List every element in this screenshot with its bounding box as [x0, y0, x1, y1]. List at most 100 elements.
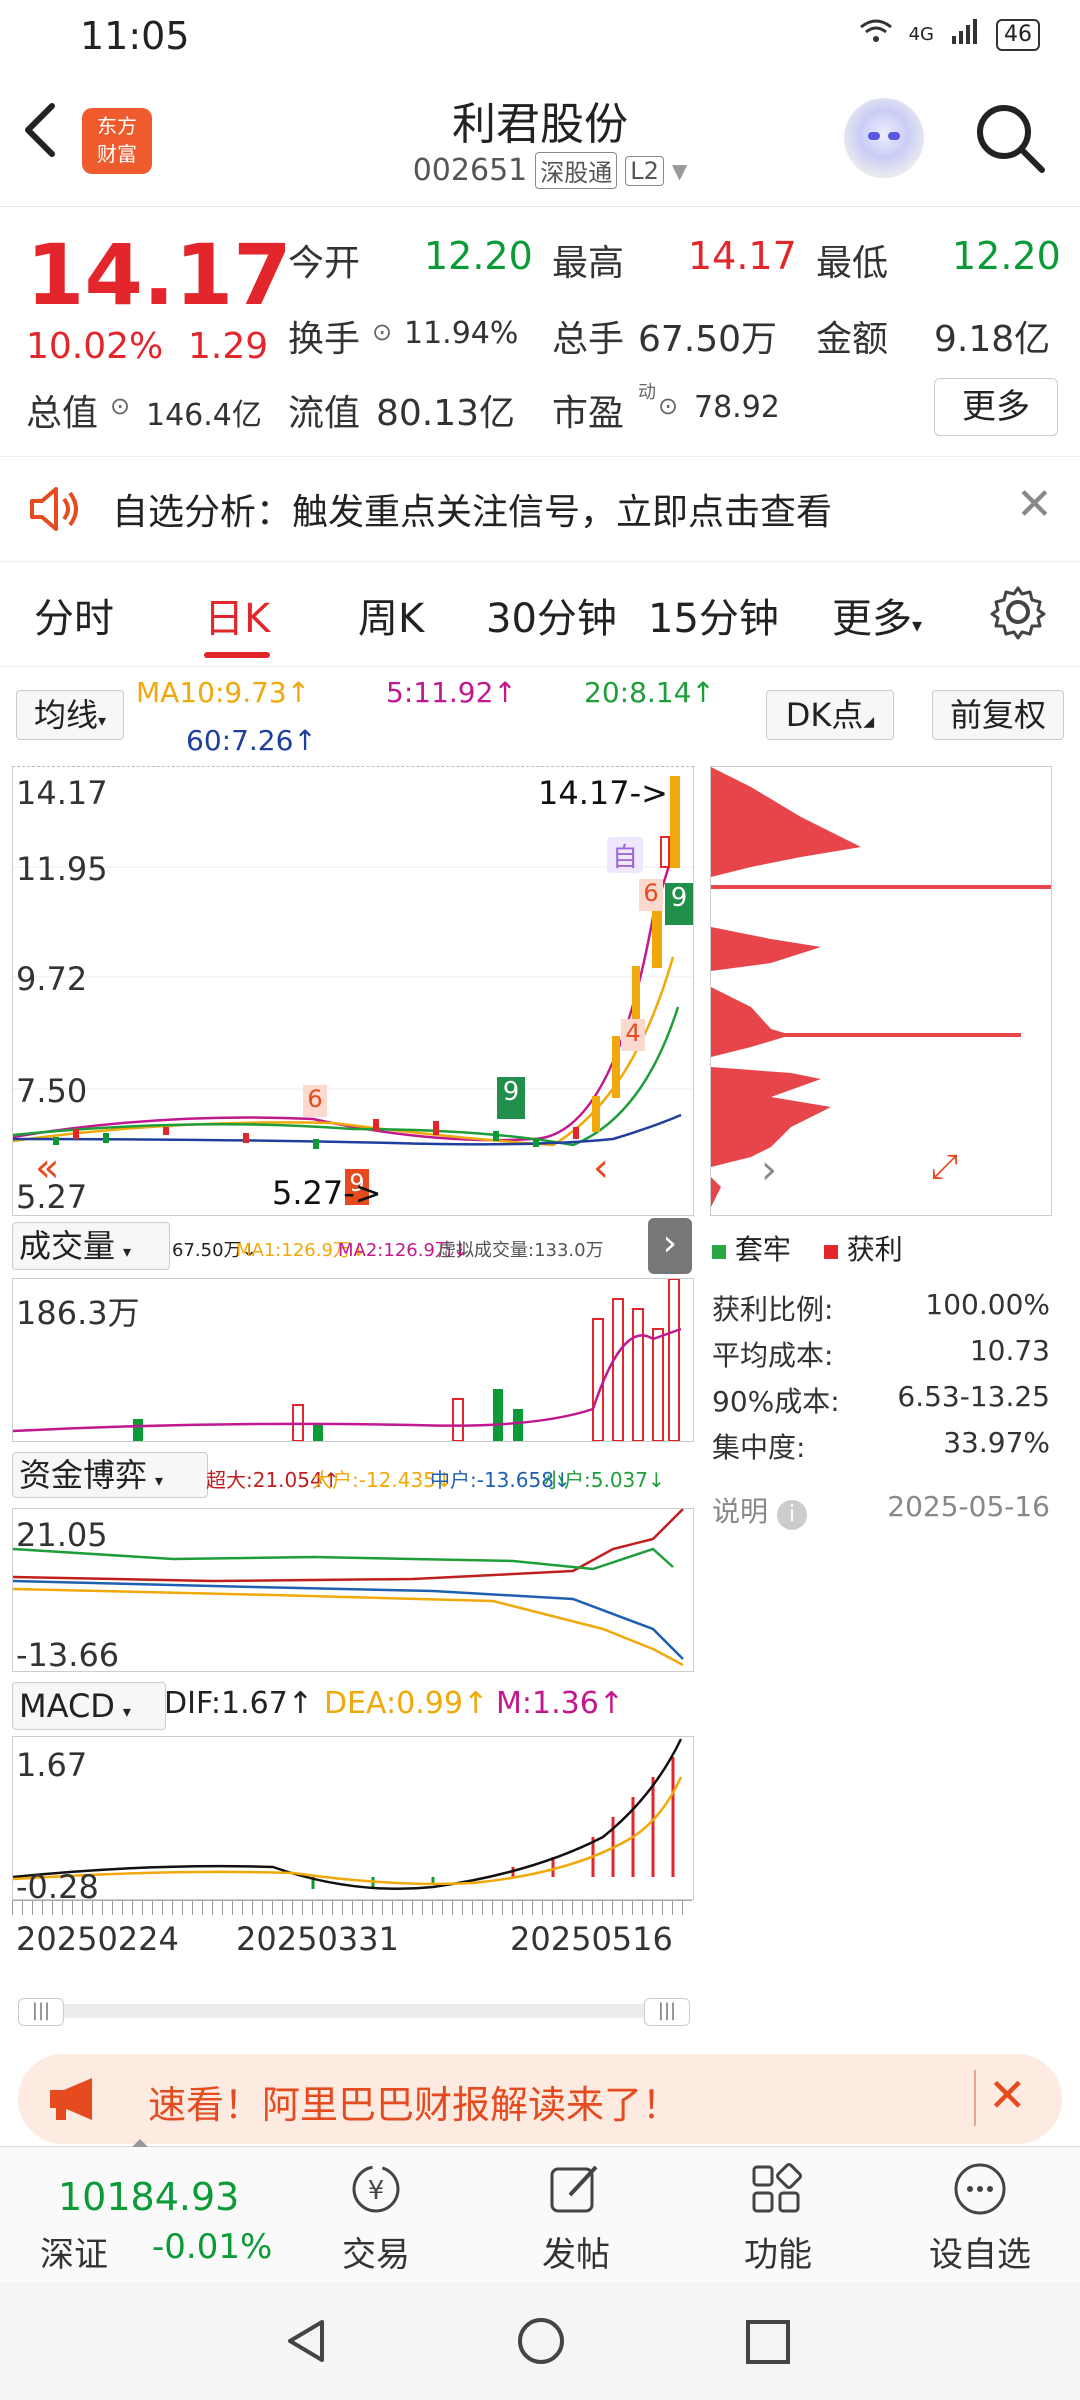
chip-row-label: 集中度: — [712, 1431, 806, 1464]
ma60-label: 60:7.26↑ — [186, 724, 317, 757]
range-slider[interactable] — [18, 2004, 688, 2018]
speaker-icon — [26, 485, 82, 537]
macd-m: M:1.36↑ — [496, 1686, 624, 1721]
ma-select-label: 均线 — [33, 696, 98, 734]
wifi-icon — [859, 18, 893, 51]
kline-y-label: 11.95 — [16, 850, 108, 888]
tab-more[interactable]: 更多▾ — [832, 586, 922, 644]
svg-text:¥: ¥ — [368, 2176, 385, 2206]
slider-handle-left[interactable]: ||| — [18, 1998, 64, 2026]
nav-function-label: 功能 — [744, 2235, 812, 2275]
macd-chart[interactable] — [12, 1736, 694, 1900]
chip-row-label: 90%成本: — [712, 1385, 840, 1418]
chevron-right-icon[interactable]: › — [648, 1218, 692, 1274]
tab-30min[interactable]: 30分钟 — [486, 586, 617, 644]
low-label: 最低 — [816, 243, 889, 284]
close-icon[interactable]: ✕ — [1016, 479, 1053, 530]
active-tab-indicator — [204, 652, 270, 658]
eastmoney-logo[interactable]: 东方 财富 — [82, 108, 152, 174]
expand-icon[interactable]: ⤢ — [931, 1147, 958, 1187]
status-bar: 11:05 4G 46 — [0, 0, 1080, 72]
info-icon[interactable]: ⊙ — [110, 392, 130, 420]
chip-row-value: 100.00% — [925, 1288, 1050, 1321]
pe-sup: 动 — [638, 382, 656, 403]
tab-15min[interactable]: 15分钟 — [648, 586, 779, 644]
search-icon[interactable] — [970, 98, 1050, 178]
back-icon[interactable] — [20, 100, 70, 170]
megaphone-icon — [46, 2074, 106, 2128]
tab-intraday[interactable]: 分时 — [34, 586, 114, 644]
nav-trade-label: 交易 — [342, 2235, 410, 2275]
assistant-robot-icon[interactable] — [844, 98, 924, 178]
signal-icon — [950, 18, 980, 51]
capital-y-bottom: -13.66 — [16, 1636, 120, 1674]
chip-row-value: 10.73 — [969, 1334, 1050, 1367]
promo-banner[interactable]: 速看！阿里巴巴财报解读来了！ ✕ — [18, 2054, 1062, 2144]
chip-date: 2025-05-16 — [887, 1490, 1050, 1523]
turnover-value: 11.94% — [404, 316, 519, 351]
chip-note[interactable]: 说明 i — [712, 1490, 807, 1530]
network-type: 4G — [908, 24, 934, 45]
trade-icon: ¥ — [346, 2161, 406, 2221]
alert-banner[interactable]: 自选分析：触发重点关注信号，立即点击查看 ✕ — [0, 456, 1080, 562]
mktcap-value: 146.4亿 — [146, 398, 262, 433]
adjust-select[interactable]: 前复权 — [932, 690, 1064, 740]
chevron-right-icon[interactable]: › — [761, 1147, 777, 1193]
logo-line1: 东方 — [97, 114, 137, 138]
signal-marker: 6 — [639, 879, 663, 911]
date-label: 20250224 — [16, 1920, 179, 1958]
capital-small: 小户:5.037↓ — [544, 1468, 665, 1492]
promo-text: 速看！阿里巴巴财报解读来了！ — [148, 2083, 681, 2127]
slider-handle-right[interactable]: ||| — [644, 1998, 690, 2026]
l2-tag: L2 — [625, 155, 664, 186]
dk-point-button[interactable]: DK点◢ — [766, 690, 894, 740]
ma-select[interactable]: 均线▾ — [16, 690, 124, 740]
signal-marker: 4 — [621, 1019, 645, 1051]
caret-up-icon — [132, 2139, 148, 2147]
legend-profit: 获利 — [846, 1233, 903, 1266]
chevron-left-icon[interactable]: ‹ — [593, 1145, 609, 1191]
tab-more-label: 更多 — [832, 596, 912, 642]
low-value: 12.20 — [952, 234, 1061, 278]
trap-swatch — [712, 1245, 726, 1259]
info-icon[interactable]: ⊙ — [372, 318, 392, 346]
volume-select[interactable]: 成交量 ▾ — [12, 1222, 170, 1270]
stock-header: 东方 财富 利君股份 002651 深股通 L2 ▼ — [0, 72, 1080, 207]
date-axis — [12, 1900, 692, 1915]
min-price-marker: 5.27-> — [272, 1174, 382, 1212]
date-label: 20250516 — [510, 1920, 673, 1958]
tab-weekly-k[interactable]: 周K — [358, 586, 424, 644]
kline-y-label: 5.27 — [16, 1178, 88, 1216]
index-change[interactable]: -0.01% — [152, 2227, 272, 2267]
high-value: 14.17 — [688, 234, 797, 278]
info-icon[interactable]: ⊙ — [658, 392, 678, 420]
back-triangle-icon[interactable] — [282, 2316, 332, 2370]
tab-daily-k[interactable]: 日K — [204, 586, 270, 644]
more-quote-button[interactable]: 更多 — [934, 378, 1058, 436]
kline-chart[interactable]: 6 4 6 9 9 9 自 « ‹ — [12, 766, 694, 1216]
index-value[interactable]: 10184.93 — [58, 2175, 239, 2219]
recents-square-icon[interactable] — [744, 2318, 792, 2370]
close-icon[interactable]: ✕ — [988, 2068, 1027, 2122]
date-label: 20250331 — [236, 1920, 399, 1958]
dropdown-icon: ▼ — [671, 158, 688, 183]
macd-dea: DEA:0.99↑ — [324, 1686, 489, 1721]
open-value: 12.20 — [424, 234, 533, 278]
more-dots-icon — [950, 2161, 1010, 2221]
pe-label: 市盈 — [552, 393, 625, 434]
nav-post-label: 发帖 — [542, 2235, 610, 2275]
stock-code-row[interactable]: 002651 深股通 L2 ▼ — [380, 152, 720, 189]
chip-row-value: 6.53-13.25 — [897, 1380, 1050, 1413]
capital-select[interactable]: 资金博弈 ▾ — [12, 1452, 208, 1498]
capital-select-label: 资金博弈 — [19, 1456, 148, 1494]
signal-marker: 6 — [303, 1085, 327, 1117]
macd-select[interactable]: MACD ▾ — [12, 1682, 166, 1730]
edit-icon — [546, 2161, 606, 2221]
home-circle-icon[interactable] — [516, 2316, 566, 2370]
chevron-down-icon: ▾ — [912, 613, 923, 637]
index-name[interactable]: 深证 — [40, 2227, 108, 2276]
gear-icon[interactable] — [990, 584, 1046, 644]
chip-distribution[interactable]: › ⤢ — [710, 766, 1052, 1216]
stock-name: 利君股份 — [452, 99, 628, 150]
signal-marker: 9 — [497, 1077, 525, 1119]
